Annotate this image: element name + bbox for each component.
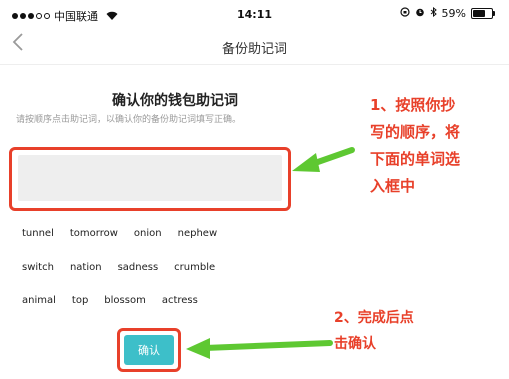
annotation-step1: 1、按照你抄 写的顺序，将 下面的单词选 入框中: [370, 92, 500, 200]
arrow-to-confirm: [186, 338, 333, 359]
annotation-line: 入框中: [370, 177, 416, 195]
annotation-step2: 2、完成后点 击确认: [334, 305, 484, 357]
annotation-line: 击确认: [334, 336, 376, 352]
annotation-line: 写的顺序，将: [370, 123, 461, 141]
annotation-line: 1、按照你抄: [370, 96, 456, 114]
annotation-line: 2、完成后点: [334, 310, 414, 326]
arrow-to-word-area: [292, 147, 355, 172]
annotation-line: 下面的单词选: [370, 150, 461, 168]
